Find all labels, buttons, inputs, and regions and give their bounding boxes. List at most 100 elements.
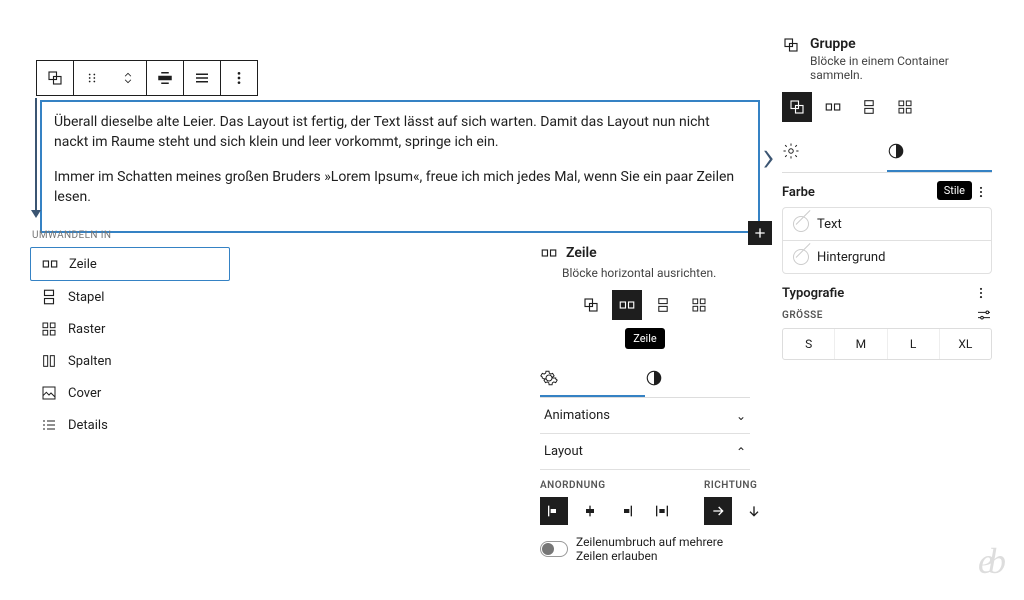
color-text[interactable]: Text (783, 208, 991, 241)
drag-handle-button[interactable] (74, 61, 110, 95)
size-custom[interactable] (976, 308, 992, 322)
details-icon (40, 416, 58, 434)
annotation-arrow-right: › (762, 130, 775, 182)
contrast-icon (887, 142, 905, 160)
grid-icon (897, 99, 913, 115)
justify-between-icon (654, 503, 670, 519)
paragraph-1[interactable]: Überall dieselbe alte Leier. Das Layout … (54, 112, 746, 153)
variant-tooltip: Zeile (625, 328, 665, 349)
color-bg-label: Hintergrund (817, 250, 885, 265)
transform-item-label: Zeile (69, 257, 97, 272)
variant-grid[interactable] (890, 92, 920, 122)
panel-animations[interactable]: Animations ⌄ (540, 398, 750, 434)
more-options-button[interactable] (221, 61, 257, 95)
variant-group[interactable] (576, 290, 606, 320)
transform-item-label: Stapel (68, 290, 104, 305)
align-button[interactable] (147, 61, 183, 95)
size-label: Grösse (782, 310, 823, 321)
wrap-label: Zeilenumbruch auf mehrere Zeilen erlaube… (576, 535, 750, 563)
size-m[interactable]: M (835, 329, 887, 359)
size-xl[interactable]: XL (940, 329, 991, 359)
zeile-inspector: Zeile Blöcke horizontal ausrichten. Zeil… (540, 244, 750, 563)
block-appender-button[interactable] (748, 221, 772, 245)
stack-icon (40, 288, 58, 306)
size-l[interactable]: L (888, 329, 940, 359)
richtung-label: Richtung (704, 480, 768, 491)
contrast-icon (645, 369, 663, 387)
stack-icon (862, 98, 876, 116)
columns-icon (40, 352, 58, 370)
tab-styles[interactable] (645, 361, 750, 397)
size-picker: S M L XL (782, 328, 992, 360)
selected-group-block[interactable]: Überall dieselbe alte Leier. Das Layout … (40, 100, 760, 233)
move-button[interactable] (110, 61, 146, 95)
dots-vertical-icon (231, 70, 247, 86)
justify-right-icon (618, 503, 634, 519)
styles-tooltip: Stile (937, 181, 972, 200)
justify-space-between[interactable] (648, 497, 676, 525)
variant-grid[interactable] (684, 290, 714, 320)
justify-center[interactable] (576, 497, 604, 525)
transform-item-label: Spalten (68, 354, 112, 369)
arrow-down-icon (746, 503, 762, 519)
variant-group[interactable] (782, 92, 812, 122)
panel-label: Animations (544, 408, 610, 423)
block-type-button[interactable] (37, 61, 73, 95)
variant-row[interactable] (818, 92, 848, 122)
sliders-icon (976, 308, 992, 322)
typography-options[interactable] (970, 284, 992, 302)
justify-button[interactable] (184, 61, 220, 95)
typography-heading: Typografie (782, 286, 844, 301)
tab-settings[interactable] (782, 132, 887, 172)
transform-item-details[interactable]: Details (30, 409, 230, 441)
direction-horizontal[interactable] (704, 497, 732, 525)
transform-item-cover[interactable]: Cover (30, 377, 230, 409)
settings-sidebar: Gruppe Blöcke in einem Container sammeln… (782, 36, 992, 360)
justify-right[interactable] (612, 497, 640, 525)
transform-item-zeile[interactable]: Zeile (30, 247, 230, 281)
direction-vertical[interactable] (740, 497, 768, 525)
dots-vertical-icon (974, 185, 988, 199)
drag-icon (85, 71, 99, 85)
color-heading: Farbe (782, 185, 815, 200)
group-icon (782, 36, 800, 54)
justify-left[interactable] (540, 497, 568, 525)
anordnung-label: Anordnung (540, 480, 676, 491)
arrow-right-icon (710, 503, 726, 519)
tab-settings[interactable] (540, 361, 645, 397)
justify-center-icon (582, 503, 598, 519)
stack-icon (656, 296, 670, 314)
move-up-down-icon (121, 69, 135, 87)
block-toolbar (36, 60, 258, 96)
color-background[interactable]: Hintergrund (783, 241, 991, 273)
grid-icon (691, 297, 707, 313)
color-options[interactable] (970, 183, 992, 201)
group-icon (582, 296, 600, 314)
paragraph-2[interactable]: Immer im Schatten meines großen Bruders … (54, 167, 746, 208)
size-s[interactable]: S (783, 329, 835, 359)
variant-stack[interactable] (854, 92, 884, 122)
gear-icon (540, 369, 558, 387)
transform-item-stapel[interactable]: Stapel (30, 281, 230, 313)
row-icon (618, 298, 636, 312)
variant-stack[interactable] (648, 290, 678, 320)
grid-icon (40, 320, 58, 338)
wrap-toggle[interactable] (540, 541, 568, 557)
color-text-label: Text (817, 217, 842, 232)
tab-styles[interactable] (887, 132, 992, 172)
zeile-variants (540, 290, 750, 320)
panel-layout[interactable]: Layout ⌃ (540, 434, 750, 470)
transform-item-spalten[interactable]: Spalten (30, 345, 230, 377)
cover-icon (40, 384, 58, 402)
transform-heading: Umwandeln in (30, 230, 230, 241)
plus-icon (752, 225, 768, 241)
transform-item-label: Details (68, 418, 108, 433)
transform-menu: Umwandeln in Zeile Stapel Raster Spalten… (30, 230, 230, 441)
inspector-subtitle: Blöcke horizontal ausrichten. (540, 266, 750, 280)
variant-row[interactable] (612, 290, 642, 320)
row-icon (540, 244, 558, 262)
annotation-arrow-down (35, 98, 37, 216)
dots-vertical-icon (974, 286, 988, 300)
transform-item-raster[interactable]: Raster (30, 313, 230, 345)
sidebar-block-subtitle: Blöcke in einem Container sammeln. (810, 54, 992, 82)
